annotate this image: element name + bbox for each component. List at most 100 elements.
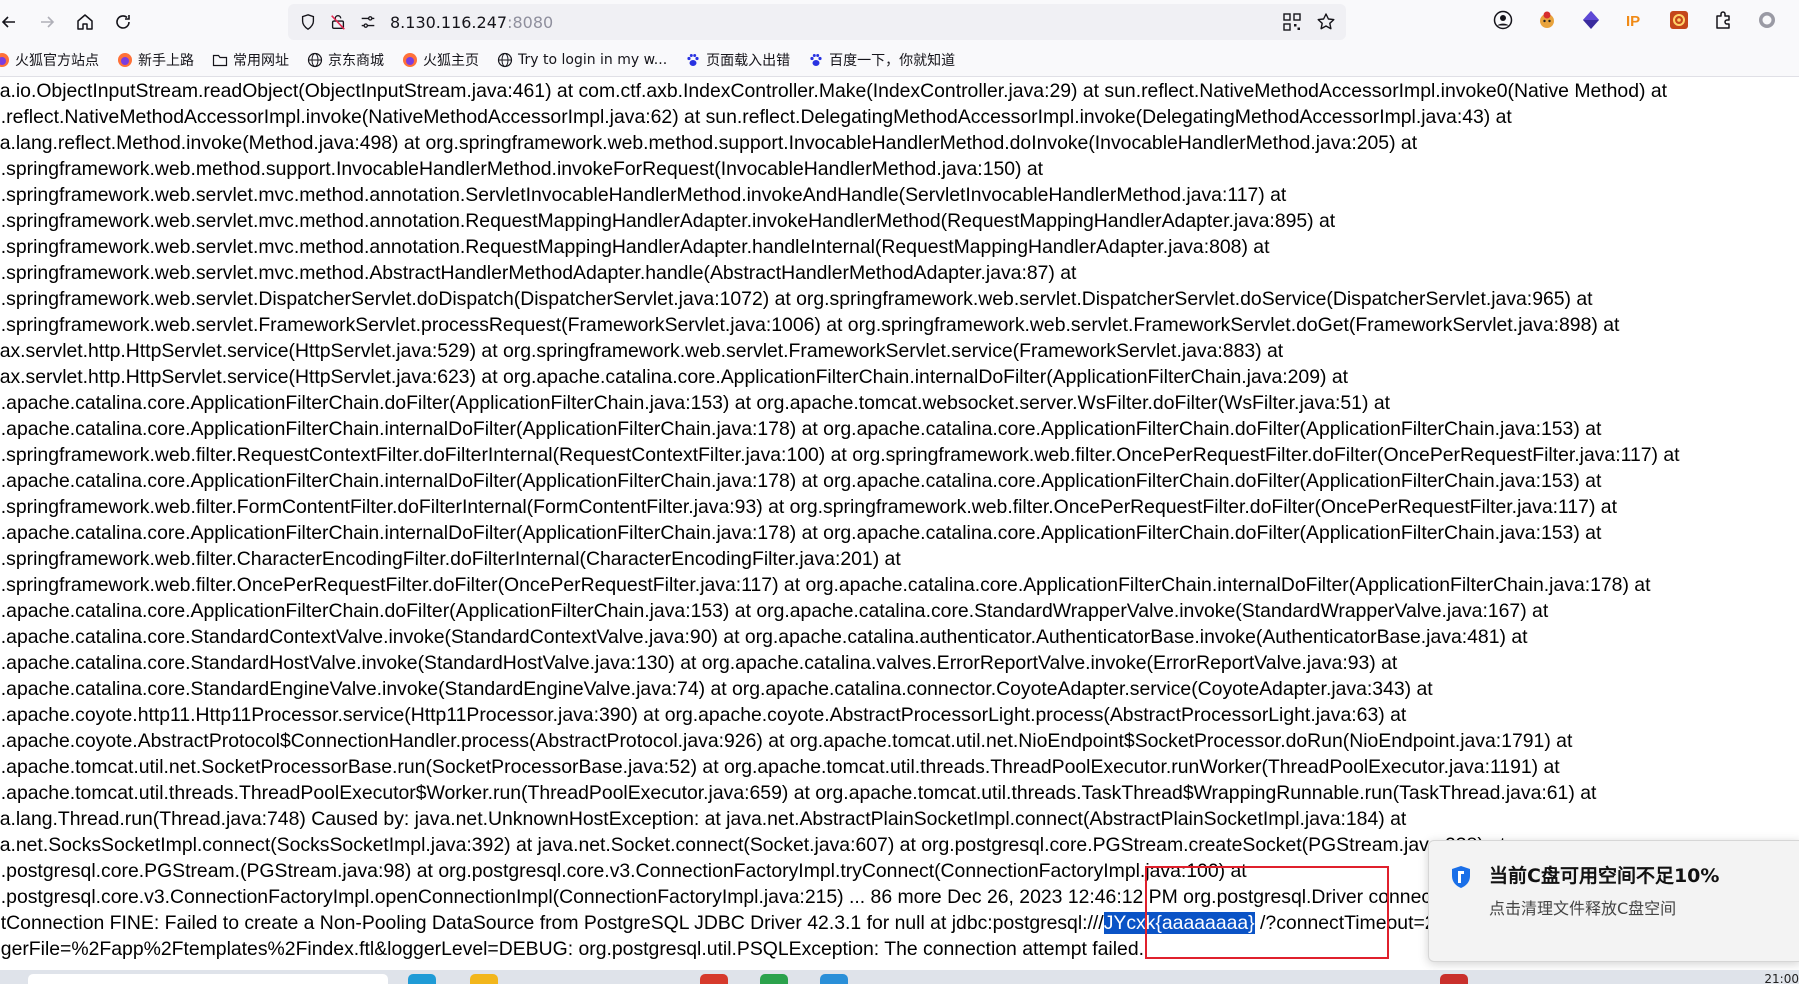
bookmark-item[interactable]: 火狐主页 [402,50,479,70]
firefox-icon [402,52,418,68]
notification-subtitle[interactable]: 点击清理文件释放C盘空间 [1489,895,1676,919]
trace-line: va.lang.Thread.run(Thread.java:748) Caus… [0,808,1407,830]
trace-line: g.springframework.web.servlet.mvc.method… [0,236,1270,258]
selected-flag-text[interactable]: JYcxk{aaaaaaaa} [1103,912,1255,934]
bookmark-item[interactable]: Try to login in my w... [497,52,667,68]
shield-check-icon [1452,866,1470,888]
trace-line: g.springframework.web.servlet.Dispatcher… [0,288,1593,310]
forward-button[interactable] [30,5,64,39]
extension-circle-button[interactable] [1753,6,1781,34]
bookmark-label: 火狐主页 [423,53,479,69]
trace-line: va.lang.reflect.Method.invoke(Method.jav… [0,132,1418,154]
folder-icon [212,52,228,68]
bookmark-label: 常用网址 [233,53,289,69]
bookmark-label: 百度一下，你就知道 [829,53,956,69]
qr-code-icon[interactable] [1282,12,1302,32]
trace-line: g.apache.catalina.core.ApplicationFilter… [0,392,1390,414]
trace-line: g.apache.catalina.core.ApplicationFilter… [0,600,1549,622]
reload-icon [116,15,130,29]
firefox-icon [117,52,133,68]
taskbar-app[interactable] [1440,974,1468,984]
home-icon [77,14,93,30]
bookmark-item[interactable]: 火狐官方站点 [0,50,99,70]
trace-line: g.apache.catalina.core.ApplicationFilter… [0,470,1602,492]
extension-ip-button[interactable]: IP [1621,6,1649,34]
trace-text: etConnection FINE: Failed to create a No… [0,912,1104,934]
trace-line: g.apache.catalina.core.StandardContextVa… [0,626,1528,648]
trace-line: g.springframework.web.filter.FormContent… [0,496,1617,518]
bookmark-label: Try to login in my w... [518,52,668,68]
trace-line: g.apache.catalina.core.ApplicationFilter… [0,522,1602,544]
taskbar-app[interactable] [820,974,848,984]
paw-icon [685,52,701,68]
trace-line: vax.servlet.http.HttpServlet.service(Htt… [0,340,1284,362]
taskbar-clock: 21:00 [1764,972,1799,984]
paw-icon [808,52,824,68]
taskbar-app[interactable] [408,974,436,984]
insecure-connection-icon[interactable] [328,12,348,32]
extension-gear-button[interactable] [1665,6,1693,34]
trace-line: g.springframework.web.servlet.mvc.method… [0,210,1336,232]
reload-button[interactable] [106,5,140,39]
account-icon [1493,10,1513,30]
permissions-icon[interactable] [358,12,378,32]
taskbar-app[interactable] [470,974,498,984]
bookmark-folder[interactable]: 常用网址 [212,50,289,70]
trace-line: va.io.ObjectInputStream.readObject(Objec… [0,80,1668,102]
trace-line: g.apache.catalina.core.StandardHostValve… [0,652,1398,674]
trace-line: g.springframework.web.filter.RequestCont… [0,444,1680,466]
bookmarks-bar: 火狐官方站点 新手上路 常用网址 京东商城 火狐主页 Try to login … [0,44,1799,77]
browser-toolbar: 8.130.116.247:8080 IP [0,0,1799,44]
globe-icon [497,52,513,68]
stack-trace-text: va.io.ObjectInputStream.readObject(Objec… [0,78,1799,968]
trace-line: g.springframework.web.servlet.mvc.method… [0,262,1077,284]
bookmark-label: 火狐官方站点 [15,53,99,69]
trace-line: g.apache.tomcat.util.net.SocketProcessor… [0,756,1560,778]
trace-line: g.apache.tomcat.util.threads.ThreadPoolE… [0,782,1597,804]
globe-icon [307,52,323,68]
back-button[interactable] [0,5,26,39]
svg-text:IP: IP [1626,13,1640,30]
trace-line: g.springframework.web.servlet.FrameworkS… [0,314,1620,336]
gear-icon [1670,11,1688,29]
trace-line: g.springframework.web.filter.OncePerRequ… [0,574,1651,596]
taskbar-app[interactable] [28,974,388,984]
bookmark-item[interactable]: 百度一下，你就知道 [808,50,955,70]
bookmark-label: 页面载入出错 [706,53,791,69]
disk-space-notification[interactable]: 当前C盘可用空间不足10% 点击清理文件释放C盘空间 [1428,840,1799,962]
notification-title: 当前C盘可用空间不足10% [1489,865,1720,887]
shield-icon[interactable] [298,12,318,32]
arrow-right-icon [41,16,55,28]
home-button[interactable] [68,5,102,39]
url-text[interactable]: 8.130.116.247:8080 [390,13,553,32]
circle-icon [1759,12,1775,28]
url-bar[interactable]: 8.130.116.247:8080 [288,4,1346,40]
trace-line: vax.servlet.http.HttpServlet.service(Htt… [0,366,1348,388]
ip-icon: IP [1626,13,1640,30]
monkey-icon [1540,11,1554,28]
trace-line: g.springframework.web.method.support.Inv… [0,158,1044,180]
trace-line: g.apache.catalina.core.StandardEngineVal… [0,678,1433,700]
firefox-icon [0,52,10,68]
bookmark-star-icon[interactable] [1316,12,1336,32]
bookmark-label: 新手上路 [138,53,194,69]
bookmark-item[interactable]: 新手上路 [117,50,194,70]
arrow-left-icon [1,16,15,28]
bookmark-item[interactable]: 页面载入出错 [685,50,790,70]
puzzle-icon [1716,11,1730,29]
trace-line: n.reflect.NativeMethodAccessorImpl.invok… [0,106,1512,128]
trace-line: g.apache.coyote.http11.Http11Processor.s… [0,704,1407,726]
diamond-icon [1583,11,1599,29]
account-button[interactable] [1489,6,1517,34]
taskbar-app[interactable] [760,974,788,984]
bookmark-label: 京东商城 [328,53,384,69]
toolbar-extensions: IP [1489,6,1799,34]
extension-diamond-button[interactable] [1577,6,1605,34]
taskbar-app[interactable] [700,974,728,984]
trace-line: g.apache.coyote.AbstractProtocol$Connect… [0,730,1573,752]
bookmark-item[interactable]: 京东商城 [307,50,384,70]
extensions-button[interactable] [1709,6,1737,34]
taskbar: 21:00 [0,970,1799,984]
extension-monkey-button[interactable] [1533,6,1561,34]
trace-line: g.apache.catalina.core.ApplicationFilter… [0,418,1602,440]
